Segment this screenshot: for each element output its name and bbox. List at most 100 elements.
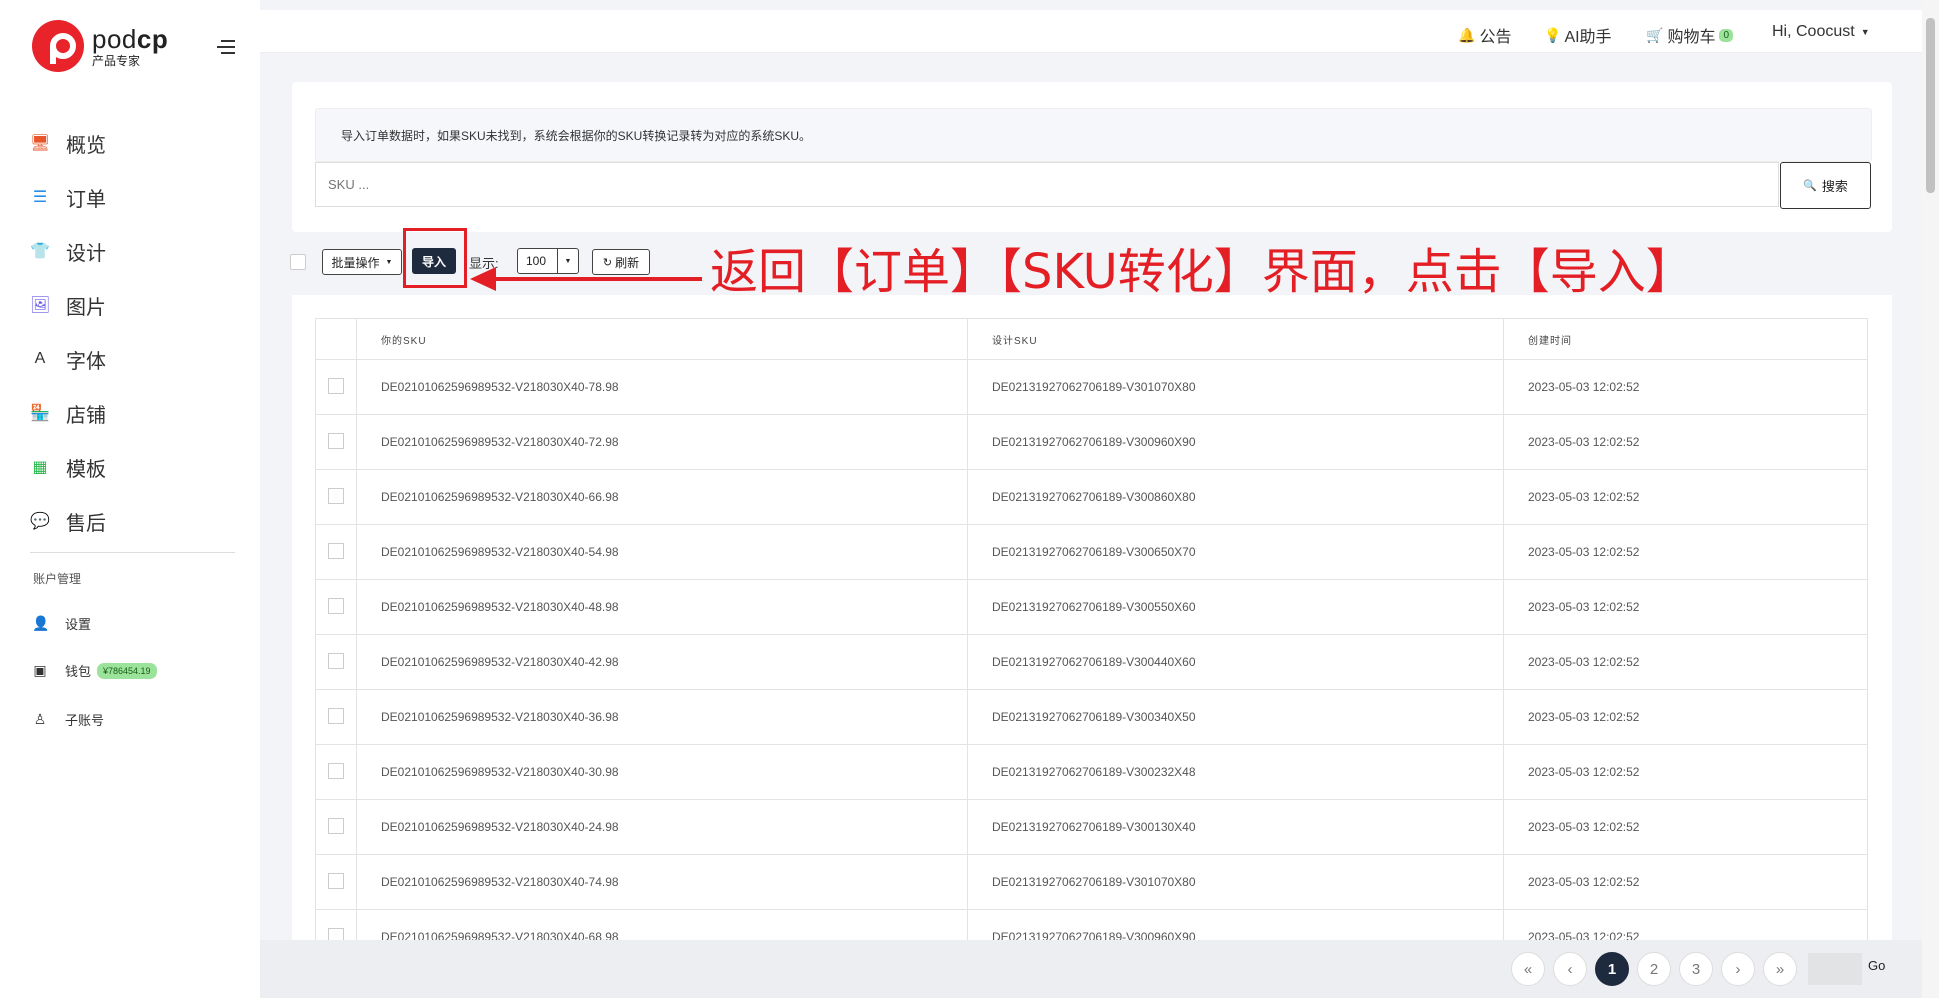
row-checkbox[interactable] bbox=[328, 707, 344, 724]
created-time-cell: 2023-05-03 12:02:52 bbox=[1503, 854, 1868, 910]
user-menu[interactable]: Hi, Coocust ▼ bbox=[1772, 23, 1870, 41]
page-3-button[interactable]: 3 bbox=[1679, 952, 1713, 986]
table-row[interactable]: DE02101062596989532-V218030X40-78.98 DE02… bbox=[315, 359, 1868, 415]
your-sku-cell: DE02101062596989532-V218030X40-66.98 bbox=[356, 469, 968, 525]
store-icon: 🏪 bbox=[30, 405, 50, 422]
table-row[interactable]: DE02101062596989532-V218030X40-42.98 DE02… bbox=[315, 634, 1868, 690]
sidebar: podcp 产品专家 🖥 概览 ☰ 订单 👕 设计 🖼 图片 A 字体 🏪 店铺 ▦ 模板 💬 售后 账户管理… bbox=[0, 0, 260, 998]
list-icon: ☰ bbox=[32, 189, 48, 206]
menu-toggle-icon[interactable] bbox=[217, 40, 235, 54]
sidebar-item-fonts[interactable]: A 字体 bbox=[30, 332, 240, 386]
row-checkbox-cell bbox=[315, 469, 357, 525]
created-time-cell: 2023-05-03 12:02:52 bbox=[1503, 744, 1868, 800]
row-checkbox[interactable] bbox=[328, 762, 344, 779]
refresh-button[interactable]: ↻ 刷新 bbox=[592, 249, 650, 275]
table-row[interactable]: DE02101062596989532-V218030X40-36.98 DE02… bbox=[315, 689, 1868, 745]
sku-search-input[interactable] bbox=[315, 162, 1779, 207]
notice-link[interactable]: 🔔 公告 bbox=[1458, 23, 1511, 47]
top-bar: 🔔 公告 💡 AI助手 🛒 购物车 0 Hi, Coocust ▼ bbox=[260, 10, 1922, 53]
sidebar-item-templates[interactable]: ▦ 模板 bbox=[30, 440, 240, 494]
design-sku-cell: DE02131927062706189-V301070X80 bbox=[967, 359, 1504, 415]
scrollbar-thumb[interactable] bbox=[1926, 18, 1935, 193]
batch-actions-dropdown[interactable]: 批量操作 ▼ bbox=[322, 249, 402, 275]
logo[interactable]: podcp 产品专家 bbox=[32, 20, 168, 72]
sidebar-item-design[interactable]: 👕 设计 bbox=[30, 224, 240, 278]
prev-page-button[interactable]: ‹ bbox=[1553, 952, 1587, 986]
sidebar-item-label: 店铺 bbox=[66, 404, 106, 427]
sku-table: 你的SKU 设计SKU 创建时间 DE02101062596989532-V21… bbox=[315, 318, 1868, 965]
your-sku-cell: DE02101062596989532-V218030X40-42.98 bbox=[356, 634, 968, 690]
row-checkbox-cell bbox=[315, 359, 357, 415]
row-checkbox-cell bbox=[315, 414, 357, 470]
table-row[interactable]: DE02101062596989532-V218030X40-30.98 DE02… bbox=[315, 744, 1868, 800]
your-sku-cell: DE02101062596989532-V218030X40-48.98 bbox=[356, 579, 968, 635]
sidebar-item-orders[interactable]: ☰ 订单 bbox=[30, 170, 240, 224]
page-jump-input[interactable] bbox=[1808, 953, 1862, 985]
sidebar-item-wallet[interactable]: ▣ 钱包 ¥786454.19 bbox=[32, 661, 242, 680]
created-time-cell: 2023-05-03 12:02:52 bbox=[1503, 634, 1868, 690]
template-icon: ▦ bbox=[32, 459, 48, 476]
chat-icon: 💬 bbox=[30, 513, 50, 530]
row-checkbox[interactable] bbox=[328, 542, 344, 559]
page-scrollbar[interactable] bbox=[1922, 0, 1939, 998]
sidebar-item-settings[interactable]: 👤 设置 bbox=[32, 614, 242, 633]
sidebar-item-label: 订单 bbox=[66, 188, 106, 211]
page-size-select[interactable]: 100 ▼ bbox=[517, 248, 579, 274]
first-page-button[interactable]: « bbox=[1511, 952, 1545, 986]
created-time-cell: 2023-05-03 12:02:52 bbox=[1503, 689, 1868, 745]
sidebar-item-images[interactable]: 🖼 图片 bbox=[30, 278, 240, 332]
wallet-balance-badge: ¥786454.19 bbox=[97, 662, 157, 679]
sidebar-item-overview[interactable]: 🖥 概览 bbox=[30, 116, 240, 170]
annotation-text: 返回【订单】【SKU转化】界面，点击【导入】 bbox=[710, 244, 1694, 300]
design-sku-cell: DE02131927062706189-V300960X90 bbox=[967, 414, 1504, 470]
cart-count-badge: 0 bbox=[1719, 28, 1734, 42]
search-button[interactable]: 🔍 搜索 bbox=[1780, 162, 1871, 209]
last-page-button[interactable]: » bbox=[1763, 952, 1797, 986]
row-checkbox-cell bbox=[315, 744, 357, 800]
table-row[interactable]: DE02101062596989532-V218030X40-54.98 DE02… bbox=[315, 524, 1868, 580]
table-header-row: 你的SKU 设计SKU 创建时间 bbox=[315, 318, 1868, 360]
row-checkbox[interactable] bbox=[328, 377, 344, 394]
row-checkbox-cell bbox=[315, 634, 357, 690]
sidebar-item-stores[interactable]: 🏪 店铺 bbox=[30, 386, 240, 440]
annotation-highlight-box bbox=[403, 228, 467, 288]
logo-name: podcp bbox=[92, 23, 169, 54]
table-row[interactable]: DE02101062596989532-V218030X40-48.98 DE02… bbox=[315, 579, 1868, 635]
table-body: DE02101062596989532-V218030X40-78.98 DE02… bbox=[315, 359, 1868, 965]
next-page-button[interactable]: › bbox=[1721, 952, 1755, 986]
logo-tagline: 产品专家 bbox=[92, 53, 141, 68]
row-checkbox[interactable] bbox=[328, 597, 344, 614]
row-checkbox-cell bbox=[315, 524, 357, 580]
cart-icon: 🛒 bbox=[1646, 26, 1664, 43]
row-checkbox[interactable] bbox=[328, 817, 344, 834]
row-checkbox[interactable] bbox=[328, 872, 344, 889]
logo-mark-icon bbox=[32, 20, 84, 72]
page-2-button[interactable]: 2 bbox=[1637, 952, 1671, 986]
row-checkbox-cell bbox=[315, 689, 357, 745]
table-row[interactable]: DE02101062596989532-V218030X40-66.98 DE02… bbox=[315, 469, 1868, 525]
ai-assistant-link[interactable]: 💡 AI助手 bbox=[1544, 23, 1612, 47]
row-checkbox[interactable] bbox=[328, 652, 344, 669]
sidebar-item-label: 图片 bbox=[66, 296, 106, 319]
table-row[interactable]: DE02101062596989532-V218030X40-72.98 DE02… bbox=[315, 414, 1868, 470]
created-time-cell: 2023-05-03 12:02:52 bbox=[1503, 524, 1868, 580]
row-checkbox[interactable] bbox=[328, 432, 344, 449]
image-icon: 🖼 bbox=[30, 297, 51, 314]
sidebar-divider bbox=[30, 552, 235, 553]
table-row[interactable]: DE02101062596989532-V218030X40-24.98 DE02… bbox=[315, 799, 1868, 855]
row-checkbox[interactable] bbox=[328, 487, 344, 504]
column-header-created-time: 创建时间 bbox=[1503, 318, 1868, 360]
design-sku-cell: DE02131927062706189-V300650X70 bbox=[967, 524, 1504, 580]
page-1-button[interactable]: 1 bbox=[1595, 952, 1629, 986]
table-row[interactable]: DE02101062596989532-V218030X40-74.98 DE02… bbox=[315, 854, 1868, 910]
tshirt-icon: 👕 bbox=[30, 243, 50, 260]
select-all-checkbox[interactable] bbox=[290, 254, 306, 270]
sidebar-item-sub-account[interactable]: ♙ 子账号 bbox=[32, 710, 242, 729]
sidebar-item-label: 设计 bbox=[66, 242, 106, 265]
sidebar-item-after-sales[interactable]: 💬 售后 bbox=[30, 494, 240, 548]
annotation-arrow bbox=[490, 277, 702, 281]
page-go-button[interactable]: Go bbox=[1868, 958, 1885, 973]
your-sku-cell: DE02101062596989532-V218030X40-30.98 bbox=[356, 744, 968, 800]
sidebar-item-label: 字体 bbox=[66, 350, 106, 373]
cart-link[interactable]: 🛒 购物车 0 bbox=[1646, 23, 1734, 47]
